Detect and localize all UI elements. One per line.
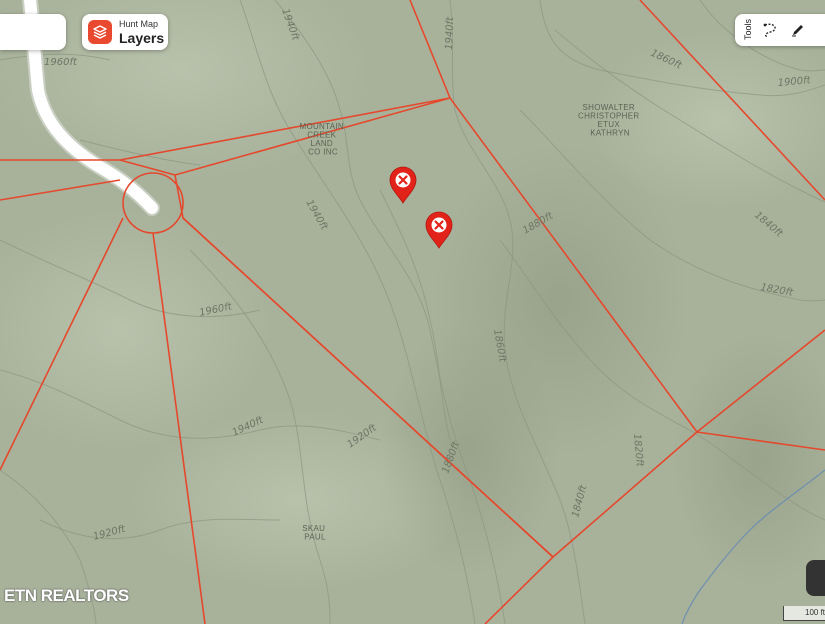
- draw-tool-button[interactable]: [787, 19, 809, 41]
- map-control-button[interactable]: [806, 560, 825, 596]
- search-box[interactable]: [0, 14, 66, 50]
- parcel-label-skau: SKAU PAUL: [302, 524, 328, 542]
- contour-label: 1940ft: [444, 16, 456, 50]
- layers-button[interactable]: Hunt Map Layers: [82, 14, 168, 50]
- layers-label: Layers: [119, 29, 165, 46]
- tools-bar: Tools: [735, 14, 825, 46]
- watermark: ETN REALTORS: [4, 586, 129, 605]
- lasso-icon: [763, 23, 776, 37]
- pencil-icon: [792, 25, 803, 37]
- map-canvas[interactable]: 1940ft 1940ft 1960ft 1860ft 1900ft 1940f…: [0, 0, 825, 624]
- scale-label: 100 ft: [805, 608, 825, 617]
- lasso-tool-button[interactable]: [759, 19, 781, 41]
- layers-app-name: Hunt Map: [119, 18, 159, 29]
- scale-bar: 100 ft: [783, 606, 825, 621]
- layers-icon: [88, 20, 112, 44]
- contour-label: 1960ft: [44, 57, 78, 68]
- tools-label: Tools: [743, 19, 753, 41]
